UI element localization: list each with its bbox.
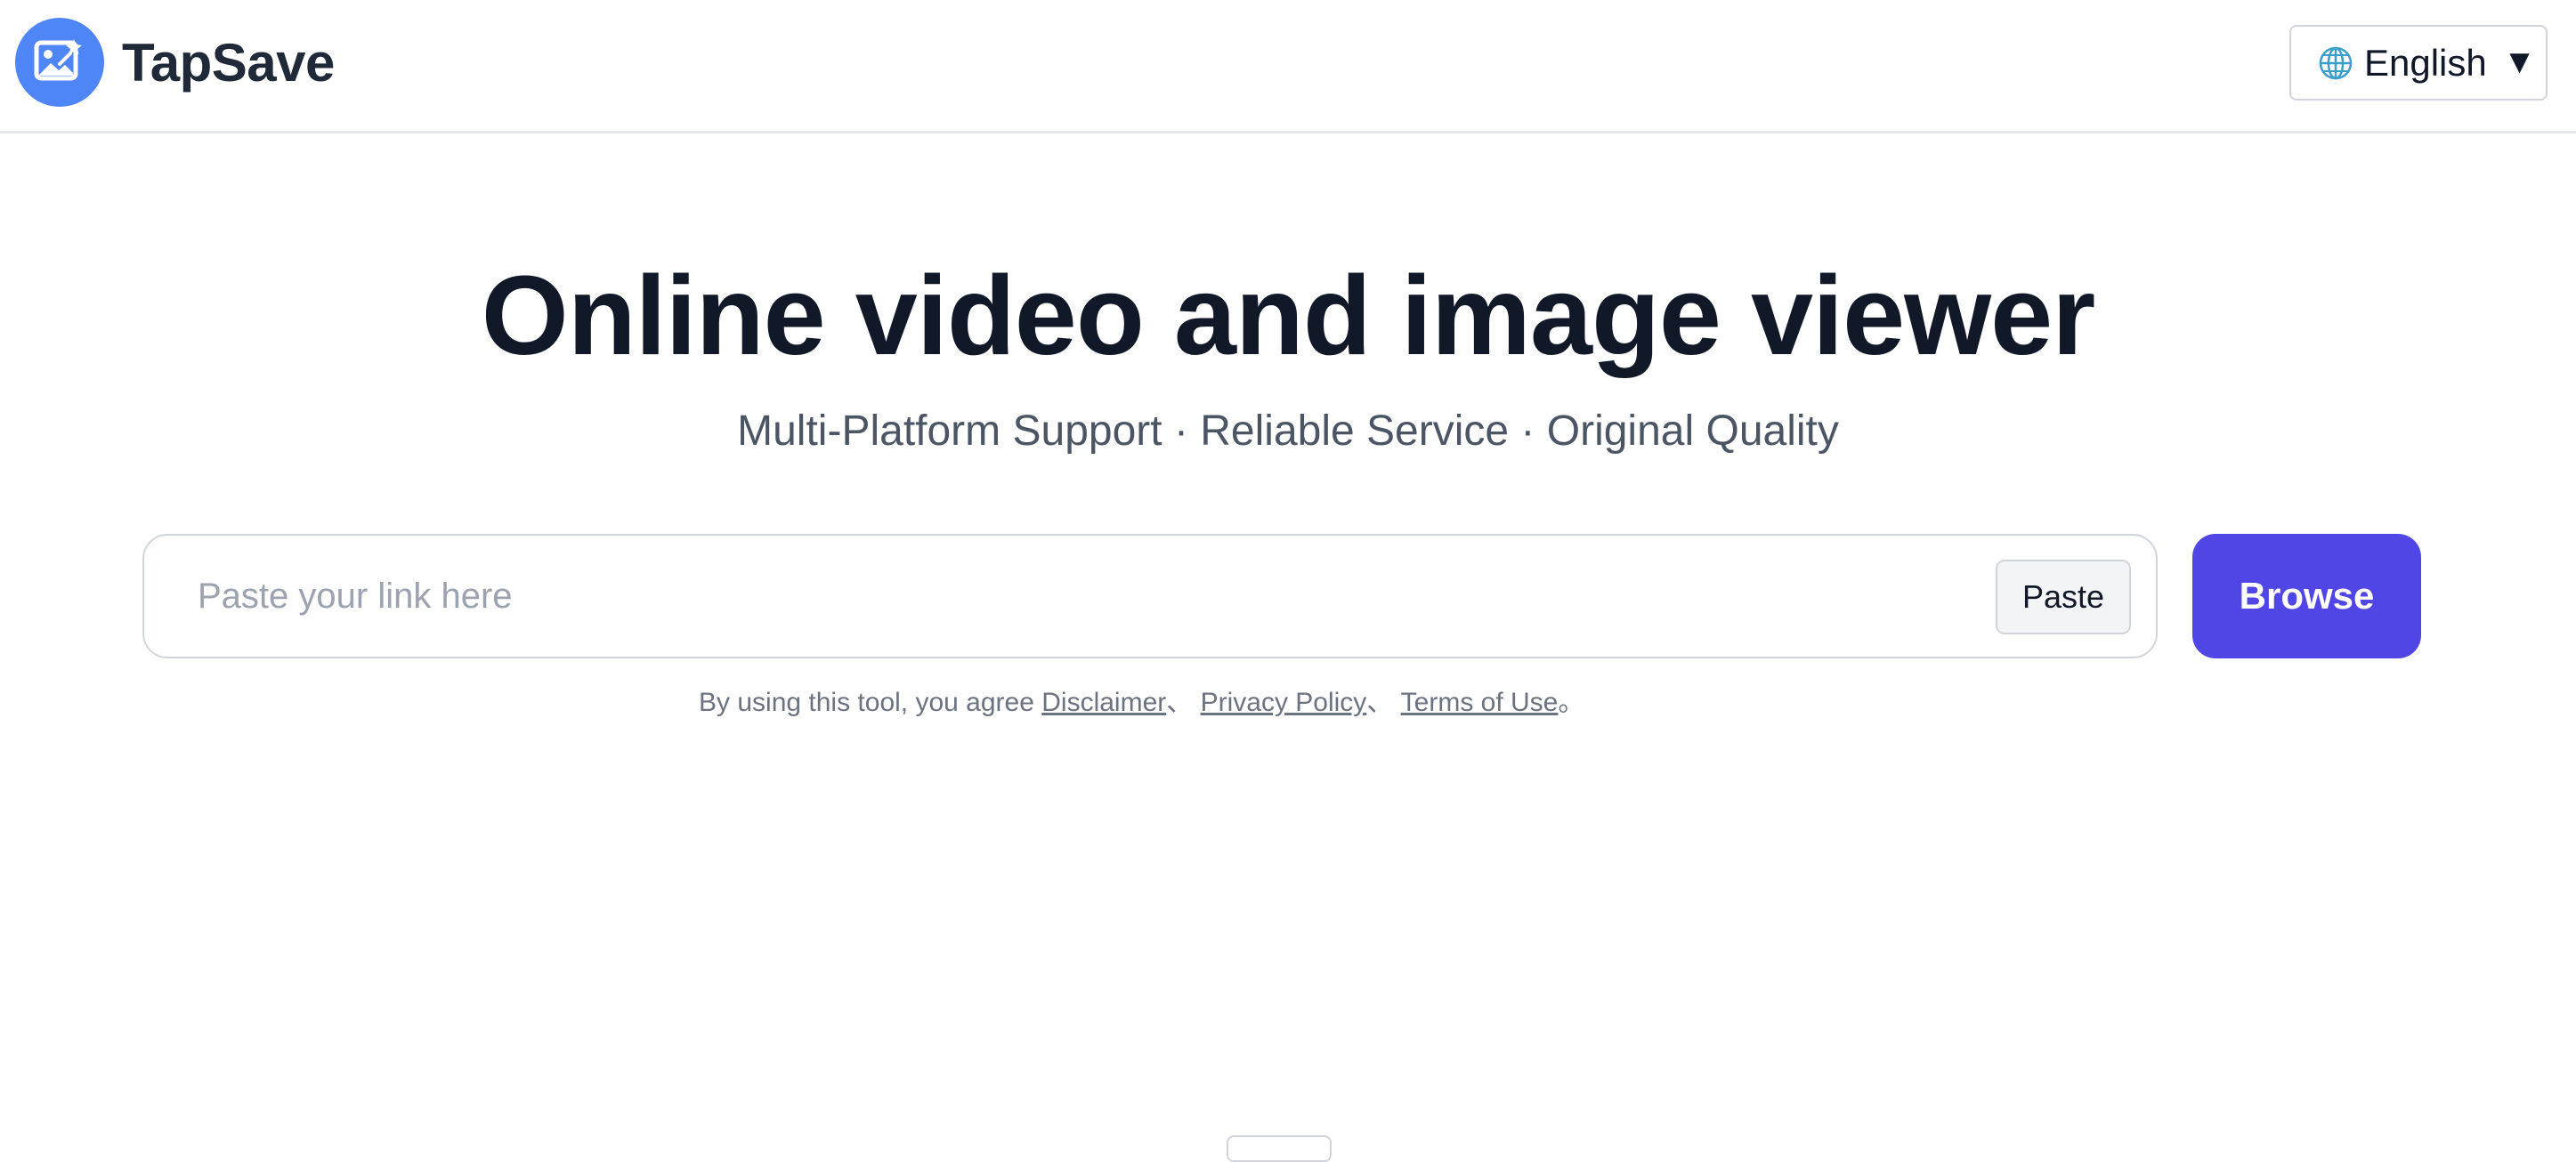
page-subtitle: Multi-Platform Support · Reliable Servic… (737, 408, 1839, 455)
agreement-text: By using this tool, you agree Disclaimer… (699, 683, 1584, 722)
terms-of-use-link[interactable]: Terms of Use (1401, 688, 1559, 717)
link-input[interactable] (196, 536, 1976, 657)
agreement-prefix: By using this tool, you agree (699, 688, 1042, 717)
link-search-box: Paste (142, 534, 2158, 658)
image-magic-icon (15, 18, 104, 107)
top-navbar: TapSave English ▼ (0, 0, 2576, 133)
disclaimer-link[interactable]: Disclaimer (1041, 688, 1166, 717)
paste-button[interactable]: Paste (1996, 560, 2131, 634)
privacy-policy-link[interactable]: Privacy Policy (1201, 688, 1367, 717)
browse-button[interactable]: Browse (2192, 534, 2421, 658)
language-selector[interactable]: English ▼ (2289, 25, 2548, 101)
brand-name: TapSave (122, 32, 335, 93)
caret-down-icon: ▼ (2502, 44, 2537, 81)
bottom-partial-element (1227, 1135, 1332, 1162)
agreement-separator: 、 (1166, 688, 1201, 717)
language-label: English (2364, 41, 2487, 84)
page-title: Online video and image viewer (481, 253, 2096, 378)
brand[interactable]: TapSave (15, 18, 335, 107)
agreement-end: 。 (1558, 688, 1585, 717)
globe-icon (2319, 46, 2353, 79)
agreement-separator: 、 (1366, 688, 1401, 717)
